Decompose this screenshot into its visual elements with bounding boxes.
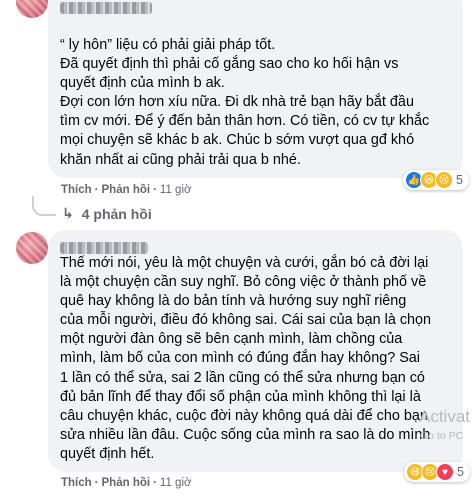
activation-watermark: Activat	[419, 407, 471, 426]
reply-arrow-icon: ↳	[62, 205, 74, 221]
comment-1-reactions[interactable]: 👍 😆 😢 5	[403, 170, 469, 190]
reaction-count: 5	[456, 173, 463, 187]
timestamp[interactable]: 11 giờ	[160, 477, 192, 489]
comment-2-actions: Thích · Phản hồi · 11 giờ	[61, 477, 192, 489]
timestamp[interactable]: 11 giờ	[160, 184, 192, 196]
comment-1-text: “ ly hôn” liệu có phải giải pháp tốt. Đã…	[60, 36, 460, 170]
comment-2-text: Thế mới nói, yêu là một chuyện và cưới, …	[60, 254, 465, 464]
activation-watermark-sub: Go to PC	[420, 430, 464, 442]
comment-2-line: một người đàn ông sẽ bên cạnh mình, làm …	[60, 331, 403, 348]
like-button[interactable]: Thích	[61, 184, 92, 196]
comment-2-line: câu chuyện khác, cuộc đời này không quá …	[60, 407, 428, 424]
commenter-1-avatar[interactable]	[16, 0, 48, 18]
comment-1-actions: Thích · Phản hồi · 11 giờ	[61, 184, 192, 196]
comment-2-line: sửa nhiều lần đâu. Cuộc sống của mình ra…	[60, 426, 431, 443]
comment-1-line: Đợi con lớn hơn xíu nữa. Đi dk nhà trẻ b…	[60, 94, 414, 111]
comment-2-line: mình, làm bố của con mình có đúng đắn ha…	[60, 350, 420, 367]
comment-2-line: Thế mới nói, yêu là một chuyện và cưới, …	[60, 255, 429, 271]
comment-1-bubble: “ ly hôn” liệu có phải giải pháp tốt. Đã…	[48, 0, 463, 178]
replies-count-label: 4 phản hồi	[81, 205, 152, 222]
comment-2-bubble: Thế mới nói, yêu là một chuyện và cưới, …	[48, 230, 463, 472]
sad-icon: 😢	[435, 171, 453, 189]
comment-2-line: đủ bản lĩnh để thay đổi số phận của mình…	[60, 388, 421, 405]
commenter-2-name-blurred[interactable]	[60, 242, 148, 254]
reply-button[interactable]: Phản hồi	[102, 477, 151, 489]
commenter-1-name-blurred[interactable]	[60, 2, 152, 14]
commenter-2-avatar[interactable]	[16, 232, 48, 264]
comment-1-line: quyết định của mình b ak.	[60, 75, 225, 92]
separator-dot: ·	[94, 184, 99, 196]
comment-2-line: quê hay không là do bản tính và hướng su…	[60, 293, 407, 310]
comment-1-line: khăn nhất ai cũng phải trải qua b nhé.	[60, 151, 301, 168]
love-icon: ♥	[436, 463, 454, 481]
separator-dot: ·	[153, 184, 157, 196]
comment-1-line: “ ly hôn” liệu có phải giải pháp tốt.	[60, 37, 276, 53]
comment-1-line: Đã quyết định thì phải cố gắng sao cho k…	[60, 56, 399, 73]
comment-2-line: là một chuyện cần suy nghĩ. Bỏ công việc…	[60, 274, 427, 291]
separator-dot: ·	[94, 477, 99, 489]
separator-dot: ·	[153, 477, 157, 489]
comment-2-line: 1 lần có thể sửa, sai 2 lần cũng có thể …	[60, 369, 425, 386]
comment-1-line: tìm cv mới. Để ý đến bản thân hơn. Có ti…	[60, 113, 430, 130]
view-replies-link[interactable]: ↳ 4 phản hồi	[62, 205, 152, 222]
like-button[interactable]: Thích	[61, 477, 92, 489]
comment-2-line: quyết định hết.	[60, 445, 155, 462]
reply-button[interactable]: Phản hồi	[102, 184, 151, 196]
reply-thread-line	[32, 196, 56, 216]
comment-2-line: của mỗi người, điều đó không sai. Cái sa…	[60, 312, 432, 329]
comment-2-reactions[interactable]: 😆 😢 ♥ 5	[404, 462, 470, 482]
reaction-count: 5	[457, 465, 464, 479]
comment-1-line: mọi chuyện sẽ khác b ak. Chúc b sớm vượt…	[60, 132, 415, 149]
